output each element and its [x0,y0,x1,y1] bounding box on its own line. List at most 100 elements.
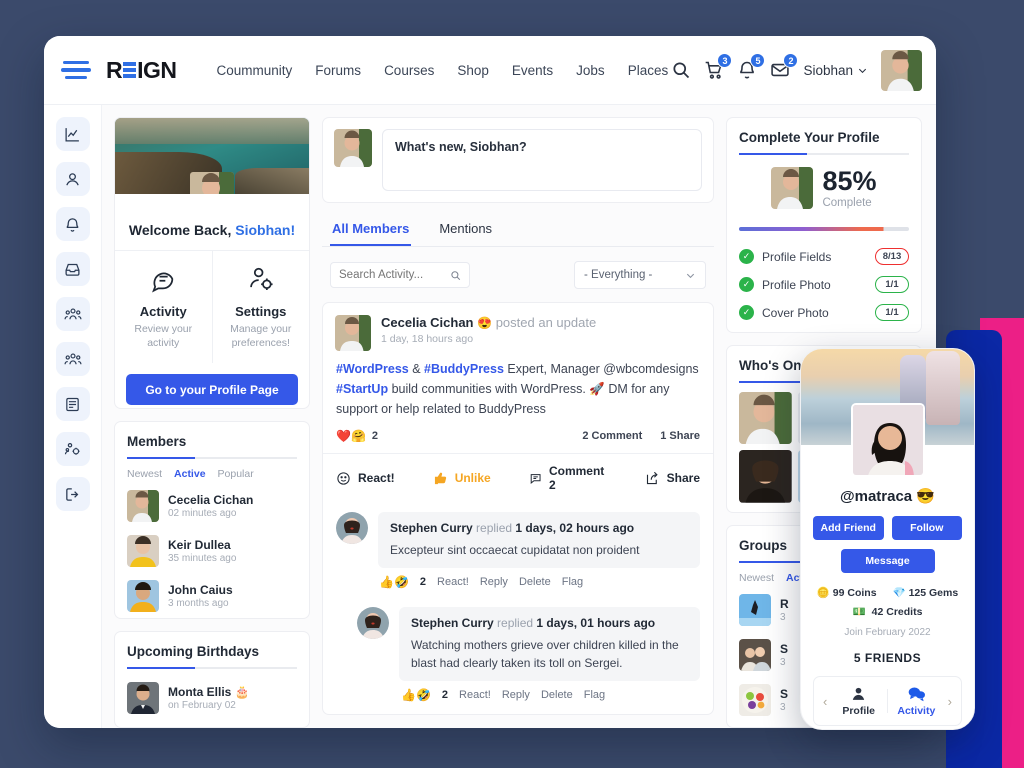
comment-reply-link[interactable]: Reply [502,689,530,701]
checklist-item[interactable]: ✓ Profile Photo 1/1 [727,271,921,299]
reaction-emojis[interactable]: ❤️🤗 [336,429,366,443]
search-icon[interactable] [671,60,691,80]
list-item[interactable]: John Caius 3 months ago [115,574,309,619]
hashtag-startup[interactable]: #StartUp [336,382,388,396]
comment-react-link[interactable]: React! [459,689,491,701]
quick-link-activity[interactable]: Activity Review your activity [115,251,212,363]
tab-mentions[interactable]: Mentions [437,215,494,246]
feed-filter-select[interactable]: - Everything - [574,261,706,289]
hamburger-menu-icon[interactable] [44,60,102,80]
members-tab-active[interactable]: Active [174,468,206,480]
checklist-item[interactable]: ✓ Cover Photo 1/1 [727,299,921,332]
nav-item-courses[interactable]: Courses [384,63,434,78]
phone-nav-profile[interactable]: Profile [830,685,887,717]
groups-icon[interactable] [55,342,90,376]
avatar[interactable] [336,512,368,544]
user-menu[interactable]: Siobhan [803,63,868,78]
profile-completion-summary: 85% Complete [727,155,921,215]
comment-reply-link[interactable]: Reply [480,576,508,588]
avatar [127,579,159,612]
follow-button[interactable]: Follow [891,516,962,540]
logout-icon[interactable] [55,477,90,511]
checklist-item[interactable]: ✓ Profile Fields 8/13 [727,243,921,271]
check-icon: ✓ [739,277,754,292]
comment-author[interactable]: Stephen Curry [411,616,494,630]
unlike-button[interactable]: Unlike [433,464,491,492]
post-text-2: Expert, Manager @wbcomdesigns [503,362,699,376]
group-avatar [739,594,771,627]
hashtag-wordpress[interactable]: #WordPress [336,362,409,376]
list-item[interactable]: Monta Ellis 🎂 on February 02 [115,669,309,727]
comment-author[interactable]: Stephen Curry [390,521,473,535]
nav-item-shop[interactable]: Shop [457,63,489,78]
react-button-label: React! [358,471,395,485]
activity-chart-icon[interactable] [55,117,90,151]
bell-icon[interactable]: 5 [737,53,766,80]
members-tab-newest[interactable]: Newest [127,468,162,480]
hashtag-buddypress[interactable]: #BuddyPress [424,362,504,376]
comment-action-row: 👍🤣 2 React! Reply Delete Flag [323,568,713,593]
status-badge: 1/1 [875,304,909,321]
comment-flag-link[interactable]: Flag [584,689,605,701]
check-icon: ✓ [739,305,754,320]
chevron-left-icon[interactable]: ‹ [820,694,830,709]
widget-title: Complete Your Profile [739,130,880,145]
list-item[interactable]: Keir Dullea 35 minutes ago [115,529,309,574]
message-button[interactable]: Message [840,549,935,573]
avatar[interactable] [335,315,371,351]
forums-icon[interactable] [55,387,90,421]
member-name: Keir Dullea [168,537,231,552]
members-tab-popular[interactable]: Popular [218,468,254,480]
completion-label: Complete [822,196,872,209]
add-friend-button[interactable]: Add Friend [813,516,884,540]
comment-reaction-emojis[interactable]: 👍🤣 [401,688,431,702]
search-activity-field[interactable] [330,262,470,288]
profile-icon[interactable] [55,162,90,196]
composer-input[interactable]: What's new, Siobhan? [382,129,702,191]
share-button[interactable]: Share [645,464,700,492]
go-to-profile-button[interactable]: Go to your Profile Page [126,374,298,406]
member-time: 3 months ago [168,597,229,609]
cart-icon[interactable]: 3 [704,53,733,80]
phone-handle-text: @matraca [839,488,913,505]
phone-credits-row: 💵 42 Credits [801,605,974,619]
avatar[interactable] [881,49,922,91]
avatar[interactable] [190,172,234,194]
react-button[interactable]: React! [336,464,395,492]
notifications-bell-icon[interactable] [55,207,90,241]
comment-flag-link[interactable]: Flag [562,576,583,588]
avatar[interactable] [739,450,792,503]
quick-link-settings[interactable]: Settings Manage your preferences! [211,251,310,364]
post-share-count[interactable]: 1 Share [660,430,700,442]
comment-reaction-emojis[interactable]: 👍🤣 [379,575,409,589]
tab-all-members[interactable]: All Members [330,215,412,246]
search-input[interactable] [339,269,444,281]
brand-logo[interactable]: R IGN [106,57,177,84]
post-author[interactable]: Cecelia Cichan [381,315,474,330]
settings-icon[interactable] [55,432,90,466]
comment-icon [530,473,541,484]
groups-tab-newest[interactable]: Newest [739,572,774,584]
friends-icon[interactable] [55,297,90,331]
nav-item-places[interactable]: Places [628,63,669,78]
comment-time: 1 days, 01 hours ago [536,616,656,631]
list-item[interactable]: Cecelia Cichan 02 minutes ago [115,484,309,529]
nav-item-events[interactable]: Events [512,63,553,78]
comment-button[interactable]: Comment 2 [529,464,607,492]
messages-inbox-icon[interactable] [55,252,90,286]
comment-react-link[interactable]: React! [437,576,469,588]
phone-nav-activity[interactable]: Activity [888,685,945,717]
avatar[interactable] [850,403,925,477]
nav-item-forums[interactable]: Forums [315,63,361,78]
nav-item-community[interactable]: Coummunity [217,63,293,78]
nav-item-jobs[interactable]: Jobs [576,63,605,78]
avatar[interactable] [739,391,792,445]
comment-delete-link[interactable]: Delete [519,576,551,588]
comment-delete-link[interactable]: Delete [541,689,573,701]
post-composer: What's new, Siobhan? [322,117,714,203]
comment-action: replied [476,521,513,535]
mail-icon[interactable]: 2 [770,53,799,80]
avatar[interactable] [357,607,389,640]
post-comment-count[interactable]: 2 Comment [582,430,642,442]
chevron-right-icon[interactable]: › [945,694,955,709]
